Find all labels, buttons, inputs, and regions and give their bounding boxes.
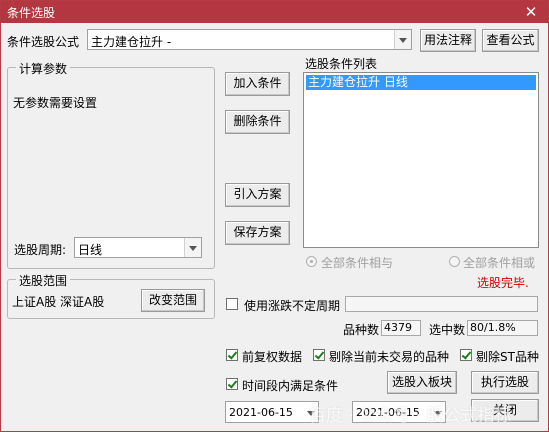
window-title: 条件选股 (7, 6, 56, 20)
watermark: 百度 · 公众号 · 股公式指标 (309, 406, 512, 426)
status-text: 选股完毕. (477, 276, 529, 290)
close-icon[interactable]: ✕ (522, 3, 540, 21)
title-bar[interactable]: 条件选股 ✕ (1, 1, 548, 23)
formula-select-value: 主力建仓拉升 - (91, 35, 172, 49)
forward-adjust-label: 前复权数据 (242, 350, 303, 364)
radio-or[interactable] (449, 256, 460, 267)
add-condition-button[interactable]: 加入条件 (225, 72, 290, 96)
add-to-block-button[interactable]: 选股入板块 (387, 371, 457, 394)
period-label: 选股周期: (14, 243, 67, 257)
exclude-untraded-label: 剔除当前未交易的品种 (329, 350, 450, 364)
formula-label: 条件选股公式 (7, 35, 80, 49)
chevron-down-icon[interactable] (184, 238, 201, 257)
view-formula-button[interactable]: 查看公式 (482, 29, 539, 52)
start-date-value: 2021-06-15 (229, 406, 293, 419)
usage-notes-button[interactable]: 用法注释 (420, 29, 476, 52)
total-count-label: 品种数 (343, 323, 380, 337)
forward-adjust-checkbox[interactable] (226, 349, 238, 361)
condition-list[interactable]: 主力建仓拉升 日线 (303, 72, 539, 248)
exclude-st-label: 剔除ST品种 (476, 350, 539, 364)
time-range-checkbox[interactable] (226, 378, 238, 390)
variable-period-label: 使用涨跌不定周期 (244, 299, 341, 313)
total-count-value: 4379 (381, 320, 421, 336)
formula-select[interactable]: 主力建仓拉升 - (87, 29, 412, 50)
radio-and-label: 全部条件相与 (321, 256, 394, 270)
exclude-st-checkbox[interactable] (460, 349, 472, 361)
selected-count-label: 选中数 (429, 323, 466, 337)
period-select-value: 日线 (78, 243, 103, 257)
period-select[interactable]: 日线 (74, 237, 202, 258)
radio-or-label: 全部条件相或 (463, 256, 536, 270)
stock-range-value: 上证A股 深证A股 (12, 295, 105, 309)
run-selection-button[interactable]: 执行选股 (471, 371, 539, 394)
delete-condition-button[interactable]: 删除条件 (225, 110, 290, 134)
exclude-untraded-checkbox[interactable] (313, 349, 325, 361)
time-range-label: 时间段内满足条件 (242, 379, 339, 393)
no-params-message: 无参数需要设置 (13, 96, 98, 110)
change-range-button[interactable]: 改变范围 (141, 289, 205, 312)
condition-list-title: 选股条件列表 (305, 57, 378, 71)
selected-count-value: 80/1.8% (467, 320, 538, 336)
save-scheme-button[interactable]: 保存方案 (225, 221, 290, 245)
condition-stock-picker-window: 条件选股 ✕ 条件选股公式 主力建仓拉升 - 用法注释 查看公式 计算参数 无参… (0, 0, 549, 432)
start-date-picker[interactable]: 2021-06-15 (225, 401, 319, 423)
stock-range-title: 选股范围 (16, 272, 71, 289)
list-item-selected[interactable]: 主力建仓拉升 日线 (306, 75, 536, 90)
chevron-down-icon[interactable] (394, 30, 411, 49)
radio-and[interactable] (306, 256, 317, 267)
variable-period-field[interactable] (345, 296, 538, 312)
calc-params-title: 计算参数 (16, 60, 71, 77)
import-scheme-button[interactable]: 引入方案 (225, 183, 290, 207)
variable-period-checkbox[interactable] (226, 298, 238, 310)
